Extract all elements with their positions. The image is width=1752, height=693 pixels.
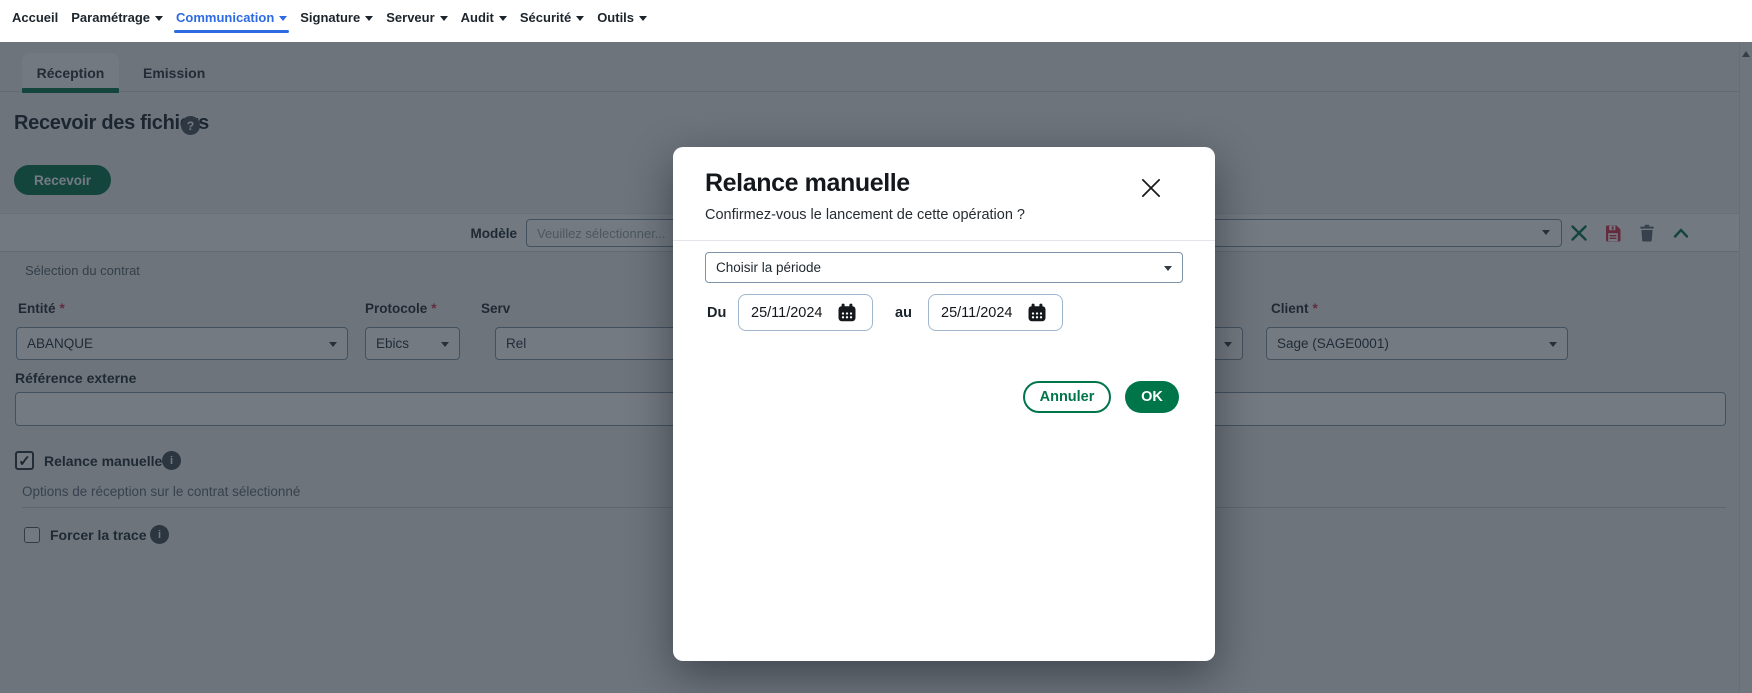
calendar-icon[interactable]: [1027, 303, 1047, 323]
caret-down-icon: [639, 16, 647, 21]
nav-item-label: Paramétrage: [71, 10, 150, 25]
nav-item-accueil[interactable]: Accueil: [12, 9, 58, 26]
cancel-button[interactable]: Annuler: [1023, 381, 1111, 413]
nav-item-label: Audit: [461, 10, 494, 25]
top-navigation: Accueil Paramétrage Communication Signat…: [0, 0, 1752, 42]
relance-manuelle-dialog: Relance manuelle Confirmez-vous le lance…: [673, 147, 1215, 661]
nav-item-audit[interactable]: Audit: [461, 9, 507, 26]
date-to-input[interactable]: [941, 305, 1027, 321]
nav-item-label: Signature: [300, 10, 360, 25]
date-to-field: [928, 294, 1063, 331]
nav-item-outils[interactable]: Outils: [597, 9, 647, 26]
nav-item-label: Serveur: [386, 10, 434, 25]
nav-item-label: Outils: [597, 10, 634, 25]
close-icon[interactable]: [1138, 175, 1164, 201]
caret-down-icon: [365, 16, 373, 21]
dialog-subtitle: Confirmez-vous le lancement de cette opé…: [705, 207, 1025, 223]
date-from-input[interactable]: [751, 305, 837, 321]
application-window: Accueil Paramétrage Communication Signat…: [0, 0, 1752, 693]
dialog-header-divider: [673, 240, 1215, 241]
dialog-title: Relance manuelle: [705, 169, 910, 198]
nav-item-signature[interactable]: Signature: [300, 9, 373, 26]
nav-item-securite[interactable]: Sécurité: [520, 9, 584, 26]
nav-item-label: Accueil: [12, 10, 58, 25]
ok-button[interactable]: OK: [1125, 381, 1179, 413]
caret-down-icon: [440, 16, 448, 21]
caret-down-icon: [499, 16, 507, 21]
caret-down-icon: [279, 16, 287, 21]
calendar-icon[interactable]: [837, 303, 857, 323]
date-from-field: [738, 294, 873, 331]
period-select[interactable]: Choisir la période: [705, 252, 1183, 283]
date-from-label: Du: [707, 305, 726, 321]
nav-item-label: Sécurité: [520, 10, 571, 25]
caret-down-icon: [155, 16, 163, 21]
date-to-label: au: [895, 305, 912, 321]
nav-item-label: Communication: [176, 10, 274, 25]
chevron-down-icon: [1164, 266, 1172, 271]
period-select-value: Choisir la période: [716, 260, 821, 275]
nav-item-communication[interactable]: Communication: [176, 9, 287, 26]
caret-down-icon: [576, 16, 584, 21]
nav-item-serveur[interactable]: Serveur: [386, 9, 447, 26]
nav-item-parametrage[interactable]: Paramétrage: [71, 9, 163, 26]
